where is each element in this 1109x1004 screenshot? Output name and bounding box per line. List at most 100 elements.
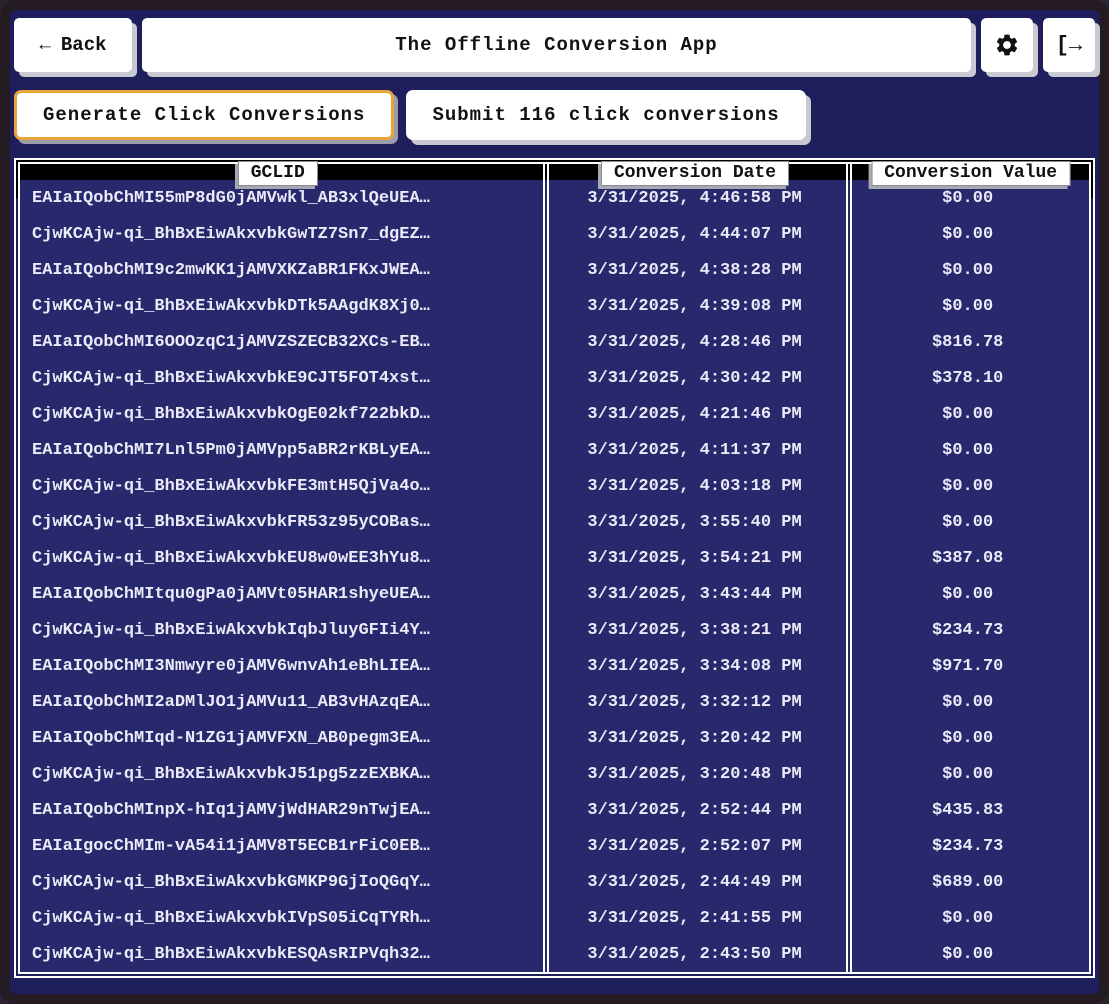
conversion-value-cell: $0.00 bbox=[846, 225, 1089, 244]
gclid-cell: CjwKCAjw-qi_BhBxEiwAkxvbkFE3mtH5QjVa4o… bbox=[20, 477, 543, 496]
column-divider bbox=[543, 164, 549, 972]
conversion-date-cell: 3/31/2025, 3:20:42 PM bbox=[543, 729, 847, 748]
gclid-cell: CjwKCAjw-qi_BhBxEiwAkxvbkGMKP9GjIoQGqY… bbox=[20, 873, 543, 892]
table-row: CjwKCAjw-qi_BhBxEiwAkxvbkJ51pg5zzEXBKA…3… bbox=[20, 756, 1089, 792]
table-row: EAIaIQobChMI3Nmwyre0jAMV6wnvAh1eBhLIEA…3… bbox=[20, 648, 1089, 684]
table-row: EAIaIQobChMI9c2mwKK1jAMVXKZaBR1FKxJWEA…3… bbox=[20, 252, 1089, 288]
generate-click-conversions-button[interactable]: Generate Click Conversions bbox=[14, 90, 394, 140]
conversion-date-cell: 3/31/2025, 4:11:37 PM bbox=[543, 441, 847, 460]
gclid-cell: CjwKCAjw-qi_BhBxEiwAkxvbkJ51pg5zzEXBKA… bbox=[20, 765, 543, 784]
gclid-cell: CjwKCAjw-qi_BhBxEiwAkxvbkIVpS05iCqTYRh… bbox=[20, 909, 543, 928]
back-arrow-icon: ← bbox=[39, 34, 50, 56]
conversion-value-cell: $0.00 bbox=[846, 261, 1089, 280]
conversion-value-cell: $0.00 bbox=[846, 477, 1089, 496]
table-row: EAIaIQobChMInpX-hIq1jAMVjWdHAR29nTwjEA…3… bbox=[20, 792, 1089, 828]
conversion-value-cell: $435.83 bbox=[846, 801, 1089, 820]
column-divider bbox=[846, 164, 852, 972]
back-button-label: Back bbox=[61, 34, 107, 56]
conversion-value-cell: $0.00 bbox=[846, 765, 1089, 784]
back-button[interactable]: ← Back bbox=[14, 18, 132, 72]
conversion-value-cell: $0.00 bbox=[846, 297, 1089, 316]
gclid-cell: EAIaIQobChMItqu0gPa0jAMVt05HAR1shyeUEA… bbox=[20, 585, 543, 604]
conversion-value-cell: $0.00 bbox=[846, 945, 1089, 964]
conversion-value-cell: $387.08 bbox=[846, 549, 1089, 568]
conversion-date-cell: 3/31/2025, 2:52:07 PM bbox=[543, 837, 847, 856]
table-row: EAIaIQobChMI7Lnl5Pm0jAMVpp5aBR2rKBLyEA…3… bbox=[20, 432, 1089, 468]
table-frame: EAIaIQobChMI55mP8dG0jAMVwkl_AB3xlQeUEA…3… bbox=[14, 158, 1095, 978]
logout-button[interactable]: [→ bbox=[1043, 18, 1095, 72]
table-row: EAIaIQobChMI6OOOzqC1jAMVZSZECB32XCs-EB…3… bbox=[20, 324, 1089, 360]
submit-click-conversions-button[interactable]: Submit 116 click conversions bbox=[406, 90, 805, 140]
gclid-cell: CjwKCAjw-qi_BhBxEiwAkxvbkIqbJluyGFIi4Y… bbox=[20, 621, 543, 640]
conversion-date-cell: 3/31/2025, 4:21:46 PM bbox=[543, 405, 847, 424]
gclid-cell: EAIaIQobChMI7Lnl5Pm0jAMVpp5aBR2rKBLyEA… bbox=[20, 441, 543, 460]
conversions-table: GCLID Conversion Date Conversion Value E… bbox=[14, 158, 1095, 978]
conversion-value-cell: $234.73 bbox=[846, 621, 1089, 640]
conversion-date-cell: 3/31/2025, 4:46:58 PM bbox=[543, 189, 847, 208]
gclid-cell: EAIaIQobChMI6OOOzqC1jAMVZSZECB32XCs-EB… bbox=[20, 333, 543, 352]
conversion-date-cell: 3/31/2025, 2:44:49 PM bbox=[543, 873, 847, 892]
gclid-cell: EAIaIQobChMI55mP8dG0jAMVwkl_AB3xlQeUEA… bbox=[20, 189, 543, 208]
table-row: CjwKCAjw-qi_BhBxEiwAkxvbkE9CJT5FOT4xst…3… bbox=[20, 360, 1089, 396]
table-row: CjwKCAjw-qi_BhBxEiwAkxvbkESQAsRIPVqh32…3… bbox=[20, 936, 1089, 972]
gclid-cell: EAIaIQobChMI2aDMlJO1jAMVu11_AB3vHAzqEA… bbox=[20, 693, 543, 712]
conversion-value-cell: $0.00 bbox=[846, 405, 1089, 424]
top-bar: ← Back The Offline Conversion App [→ bbox=[14, 18, 1095, 72]
conversion-date-cell: 3/31/2025, 3:54:21 PM bbox=[543, 549, 847, 568]
conversion-date-cell: 3/31/2025, 3:32:12 PM bbox=[543, 693, 847, 712]
table-row: EAIaIgocChMIm-vA54i1jAMV8T5ECB1rFiC0EB…3… bbox=[20, 828, 1089, 864]
conversion-value-cell: $689.00 bbox=[846, 873, 1089, 892]
conversion-value-cell: $0.00 bbox=[846, 189, 1089, 208]
gclid-cell: EAIaIgocChMIm-vA54i1jAMV8T5ECB1rFiC0EB… bbox=[20, 837, 543, 856]
conversion-date-cell: 3/31/2025, 3:34:08 PM bbox=[543, 657, 847, 676]
conversion-value-cell: $0.00 bbox=[846, 729, 1089, 748]
conversion-date-cell: 3/31/2025, 4:28:46 PM bbox=[543, 333, 847, 352]
conversion-date-cell: 3/31/2025, 4:39:08 PM bbox=[543, 297, 847, 316]
conversion-date-cell: 3/31/2025, 4:38:28 PM bbox=[543, 261, 847, 280]
conversion-value-cell: $971.70 bbox=[846, 657, 1089, 676]
conversion-date-cell: 3/31/2025, 4:30:42 PM bbox=[543, 369, 847, 388]
title-bar: The Offline Conversion App bbox=[142, 18, 971, 72]
conversion-value-cell: $234.73 bbox=[846, 837, 1089, 856]
gclid-cell: CjwKCAjw-qi_BhBxEiwAkxvbkE9CJT5FOT4xst… bbox=[20, 369, 543, 388]
table-row: EAIaIQobChMIqd-N1ZG1jAMVFXN_AB0pegm3EA…3… bbox=[20, 720, 1089, 756]
gclid-cell: CjwKCAjw-qi_BhBxEiwAkxvbkDTk5AAgdK8Xj0… bbox=[20, 297, 543, 316]
table-row: EAIaIQobChMItqu0gPa0jAMVt05HAR1shyeUEA…3… bbox=[20, 576, 1089, 612]
table-row: CjwKCAjw-qi_BhBxEiwAkxvbkGMKP9GjIoQGqY…3… bbox=[20, 864, 1089, 900]
conversion-value-cell: $0.00 bbox=[846, 909, 1089, 928]
table-row: CjwKCAjw-qi_BhBxEiwAkxvbkFE3mtH5QjVa4o…3… bbox=[20, 468, 1089, 504]
app-window: ← Back The Offline Conversion App [→ Gen… bbox=[0, 0, 1109, 1004]
conversion-value-cell: $378.10 bbox=[846, 369, 1089, 388]
column-header-conversion-date: Conversion Date bbox=[601, 161, 789, 186]
table-row: CjwKCAjw-qi_BhBxEiwAkxvbkOgE02kf722bkD…3… bbox=[20, 396, 1089, 432]
conversion-value-cell: $0.00 bbox=[846, 513, 1089, 532]
gclid-cell: CjwKCAjw-qi_BhBxEiwAkxvbkOgE02kf722bkD… bbox=[20, 405, 543, 424]
action-button-row: Generate Click Conversions Submit 116 cl… bbox=[14, 90, 1095, 140]
table-row: CjwKCAjw-qi_BhBxEiwAkxvbkEU8w0wEE3hYu8…3… bbox=[20, 540, 1089, 576]
table-row: CjwKCAjw-qi_BhBxEiwAkxvbkDTk5AAgdK8Xj0…3… bbox=[20, 288, 1089, 324]
conversion-date-cell: 3/31/2025, 2:52:44 PM bbox=[543, 801, 847, 820]
table-row: CjwKCAjw-qi_BhBxEiwAkxvbkIVpS05iCqTYRh…3… bbox=[20, 900, 1089, 936]
conversion-value-cell: $0.00 bbox=[846, 441, 1089, 460]
table-row: CjwKCAjw-qi_BhBxEiwAkxvbkIqbJluyGFIi4Y…3… bbox=[20, 612, 1089, 648]
conversion-date-cell: 3/31/2025, 3:43:44 PM bbox=[543, 585, 847, 604]
gear-icon bbox=[994, 32, 1020, 58]
conversion-value-cell: $0.00 bbox=[846, 693, 1089, 712]
conversion-date-cell: 3/31/2025, 4:03:18 PM bbox=[543, 477, 847, 496]
gclid-cell: EAIaIQobChMI9c2mwKK1jAMVXKZaBR1FKxJWEA… bbox=[20, 261, 543, 280]
gclid-cell: EAIaIQobChMIqd-N1ZG1jAMVFXN_AB0pegm3EA… bbox=[20, 729, 543, 748]
logout-icon: [→ bbox=[1056, 33, 1082, 58]
table-row: CjwKCAjw-qi_BhBxEiwAkxvbkGwTZ7Sn7_dgEZ…3… bbox=[20, 216, 1089, 252]
table-row: EAIaIQobChMI2aDMlJO1jAMVu11_AB3vHAzqEA…3… bbox=[20, 684, 1089, 720]
gclid-cell: CjwKCAjw-qi_BhBxEiwAkxvbkESQAsRIPVqh32… bbox=[20, 945, 543, 964]
conversion-value-cell: $0.00 bbox=[846, 585, 1089, 604]
table-row: CjwKCAjw-qi_BhBxEiwAkxvbkFR53z95yCOBas…3… bbox=[20, 504, 1089, 540]
conversion-date-cell: 3/31/2025, 2:43:50 PM bbox=[543, 945, 847, 964]
table-body: EAIaIQobChMI55mP8dG0jAMVwkl_AB3xlQeUEA…3… bbox=[20, 180, 1089, 972]
conversion-date-cell: 3/31/2025, 2:41:55 PM bbox=[543, 909, 847, 928]
conversion-value-cell: $816.78 bbox=[846, 333, 1089, 352]
conversion-date-cell: 3/31/2025, 4:44:07 PM bbox=[543, 225, 847, 244]
settings-button[interactable] bbox=[981, 18, 1033, 72]
gclid-cell: CjwKCAjw-qi_BhBxEiwAkxvbkGwTZ7Sn7_dgEZ… bbox=[20, 225, 543, 244]
gclid-cell: CjwKCAjw-qi_BhBxEiwAkxvbkEU8w0wEE3hYu8… bbox=[20, 549, 543, 568]
